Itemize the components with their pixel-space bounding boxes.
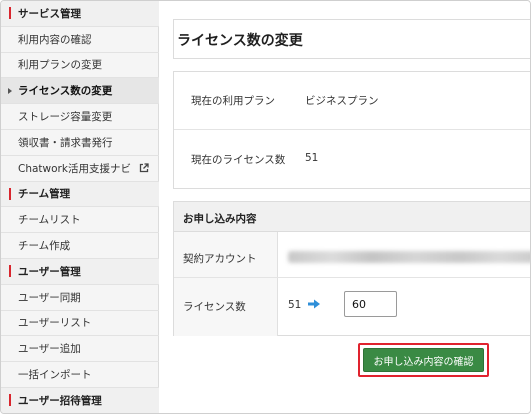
sidebar-item-11[interactable]: ユーザー同期 bbox=[1, 285, 159, 311]
main-content: ライセンス数の変更 現在の利用プラン ビジネスプラン 現在のライセンス数 51 … bbox=[160, 1, 530, 413]
sidebar-item-14[interactable]: 一括インポート bbox=[1, 362, 159, 388]
sidebar-section-7: チーム管理 bbox=[1, 181, 159, 208]
confirm-order-button[interactable]: お申し込み内容の確認 bbox=[363, 348, 484, 372]
sidebar-item-2[interactable]: 利用プランの変更 bbox=[1, 53, 159, 79]
sidebar-item-label: ユーザーリスト bbox=[18, 317, 92, 330]
current-license-value: 51 bbox=[305, 152, 319, 164]
caret-right-icon bbox=[8, 87, 12, 94]
title-bar: ライセンス数の変更 bbox=[173, 19, 530, 59]
license-count-input[interactable] bbox=[344, 291, 397, 317]
sidebar-section-15: ユーザー招待管理 bbox=[1, 388, 159, 413]
current-info-panel: 現在の利用プラン ビジネスプラン 現在のライセンス数 51 bbox=[173, 71, 530, 189]
sidebar-item-label: ストレージ容量変更 bbox=[18, 111, 113, 124]
order-panel: お申し込み内容 契約アカウント ライセンス数 51 bbox=[173, 201, 530, 336]
sidebar-item-5[interactable]: 領収書・請求書発行 bbox=[1, 130, 159, 156]
sidebar-section-10: ユーザー管理 bbox=[1, 259, 159, 285]
sidebar-item-12[interactable]: ユーザーリスト bbox=[1, 311, 159, 337]
sidebar-item-3[interactable]: ライセンス数の変更 bbox=[1, 78, 159, 105]
label-column bbox=[174, 232, 278, 336]
license-old-value: 51 bbox=[288, 299, 302, 311]
page-title: ライセンス数の変更 bbox=[177, 33, 303, 49]
section-marker bbox=[9, 187, 11, 200]
sidebar-item-label: サービス管理 bbox=[18, 7, 81, 20]
sidebar-item-8[interactable]: チームリスト bbox=[1, 207, 159, 234]
account-label: 契約アカウント bbox=[183, 253, 257, 265]
sidebar-item-label: チーム管理 bbox=[18, 188, 71, 201]
sidebar-item-4[interactable]: ストレージ容量変更 bbox=[1, 104, 159, 130]
arrow-right-icon bbox=[308, 299, 320, 309]
sidebar-item-9[interactable]: チーム作成 bbox=[1, 233, 159, 259]
sidebar-section-0: サービス管理 bbox=[1, 1, 159, 27]
sidebar-item-label: ユーザー招待管理 bbox=[18, 394, 102, 407]
sidebar-item-label: ユーザー追加 bbox=[18, 343, 81, 356]
sidebar-item-1[interactable]: 利用内容の確認 bbox=[1, 27, 159, 53]
sidebar-item-label: ユーザー同期 bbox=[18, 291, 81, 304]
sidebar-item-label: 利用内容の確認 bbox=[18, 33, 92, 46]
sidebar-item-label: チーム作成 bbox=[18, 240, 71, 253]
section-marker bbox=[9, 7, 11, 20]
divider bbox=[174, 129, 530, 130]
sidebar-item-label: ライセンス数の変更 bbox=[18, 85, 113, 98]
sidebar: サービス管理 利用内容の確認 利用プランの変更 ライセンス数の変更 ストレージ容量変更領… bbox=[1, 1, 159, 413]
sidebar-item-13[interactable]: ユーザー追加 bbox=[1, 336, 159, 363]
order-heading: お申し込み内容 bbox=[183, 213, 257, 225]
sidebar-item-label: ユーザー管理 bbox=[18, 265, 81, 278]
sidebar-item-label: 領収書・請求書発行 bbox=[18, 136, 113, 149]
sidebar-item-label: 利用プランの変更 bbox=[18, 59, 102, 72]
current-plan-value: ビジネスプラン bbox=[305, 95, 379, 107]
divider bbox=[174, 277, 530, 278]
app-window: サービス管理 利用内容の確認 利用プランの変更 ライセンス数の変更 ストレージ容量変更領… bbox=[0, 0, 531, 414]
license-label: ライセンス数 bbox=[183, 301, 246, 313]
sidebar-item-label: 一括インポート bbox=[18, 369, 92, 382]
sidebar-item-label: チームリスト bbox=[18, 214, 81, 227]
current-plan-label: 現在の利用プラン bbox=[191, 95, 275, 107]
section-marker bbox=[9, 394, 11, 407]
account-value-redacted bbox=[288, 251, 530, 263]
section-marker bbox=[9, 265, 11, 278]
order-heading-bar: お申し込み内容 bbox=[174, 202, 530, 232]
sidebar-item-6[interactable]: Chatwork活用支援ナビ bbox=[1, 156, 159, 182]
external-link-icon bbox=[139, 163, 149, 173]
sidebar-item-label: Chatwork活用支援ナビ bbox=[18, 162, 131, 175]
current-license-label: 現在のライセンス数 bbox=[191, 154, 286, 166]
